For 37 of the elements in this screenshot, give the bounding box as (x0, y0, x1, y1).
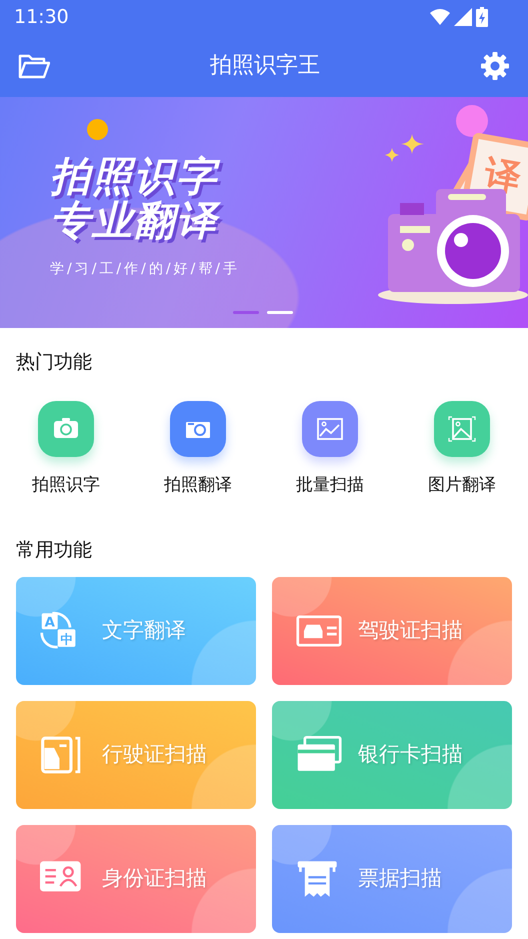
folder-icon[interactable] (18, 52, 50, 78)
feature-card[interactable]: 身份证扫描 (16, 824, 256, 932)
feature-card[interactable]: 行驶证扫描 (16, 700, 256, 808)
feature-button[interactable] (434, 400, 490, 456)
feature-button[interactable] (302, 400, 358, 456)
feature-card[interactable]: 银行卡扫描 (272, 700, 512, 808)
banner-headline: 拍照识字 (50, 155, 240, 199)
signal-icon (454, 8, 472, 26)
card-label: 身份证扫描 (102, 864, 207, 892)
feature-label[interactable]: 批量扫描 (296, 472, 364, 498)
feature-label[interactable]: 图片翻译 (428, 472, 496, 498)
section-title: 常用功能 (15, 538, 93, 563)
feature-label[interactable]: 拍照识字 (32, 472, 100, 498)
card-label: 票据扫描 (358, 864, 442, 892)
feature-button[interactable] (38, 400, 94, 456)
feature-label[interactable]: 拍照翻译 (164, 472, 232, 498)
card-label: 银行卡扫描 (358, 740, 463, 768)
banner-headline: 专业翻译 (50, 199, 240, 243)
feature-card[interactable]: A 中 文字翻译 (16, 576, 256, 684)
card-label: 行驶证扫描 (102, 740, 207, 768)
banner-tagline: 学/习/工/作/的/好/帮/手 (50, 260, 240, 279)
letter-glyph: A (44, 615, 55, 630)
feature-button[interactable] (170, 400, 226, 456)
settings-icon[interactable] (480, 50, 510, 80)
card-label: 驾驶证扫描 (358, 616, 463, 644)
status-time: 11:30 (14, 4, 69, 30)
wifi-icon (430, 9, 450, 25)
feature-card[interactable]: 票据扫描 (272, 824, 512, 932)
letter-glyph: 中 (60, 632, 73, 646)
feature-card[interactable]: 驾驶证扫描 (272, 576, 512, 684)
app-title: 拍照识字王 (210, 52, 320, 80)
card-label: 文字翻译 (102, 616, 186, 644)
ball-icon (456, 105, 488, 137)
section-title: 热门功能 (15, 350, 93, 375)
battery-icon (476, 7, 488, 27)
badge-character: 译 (481, 152, 524, 200)
ball-icon (87, 119, 108, 140)
